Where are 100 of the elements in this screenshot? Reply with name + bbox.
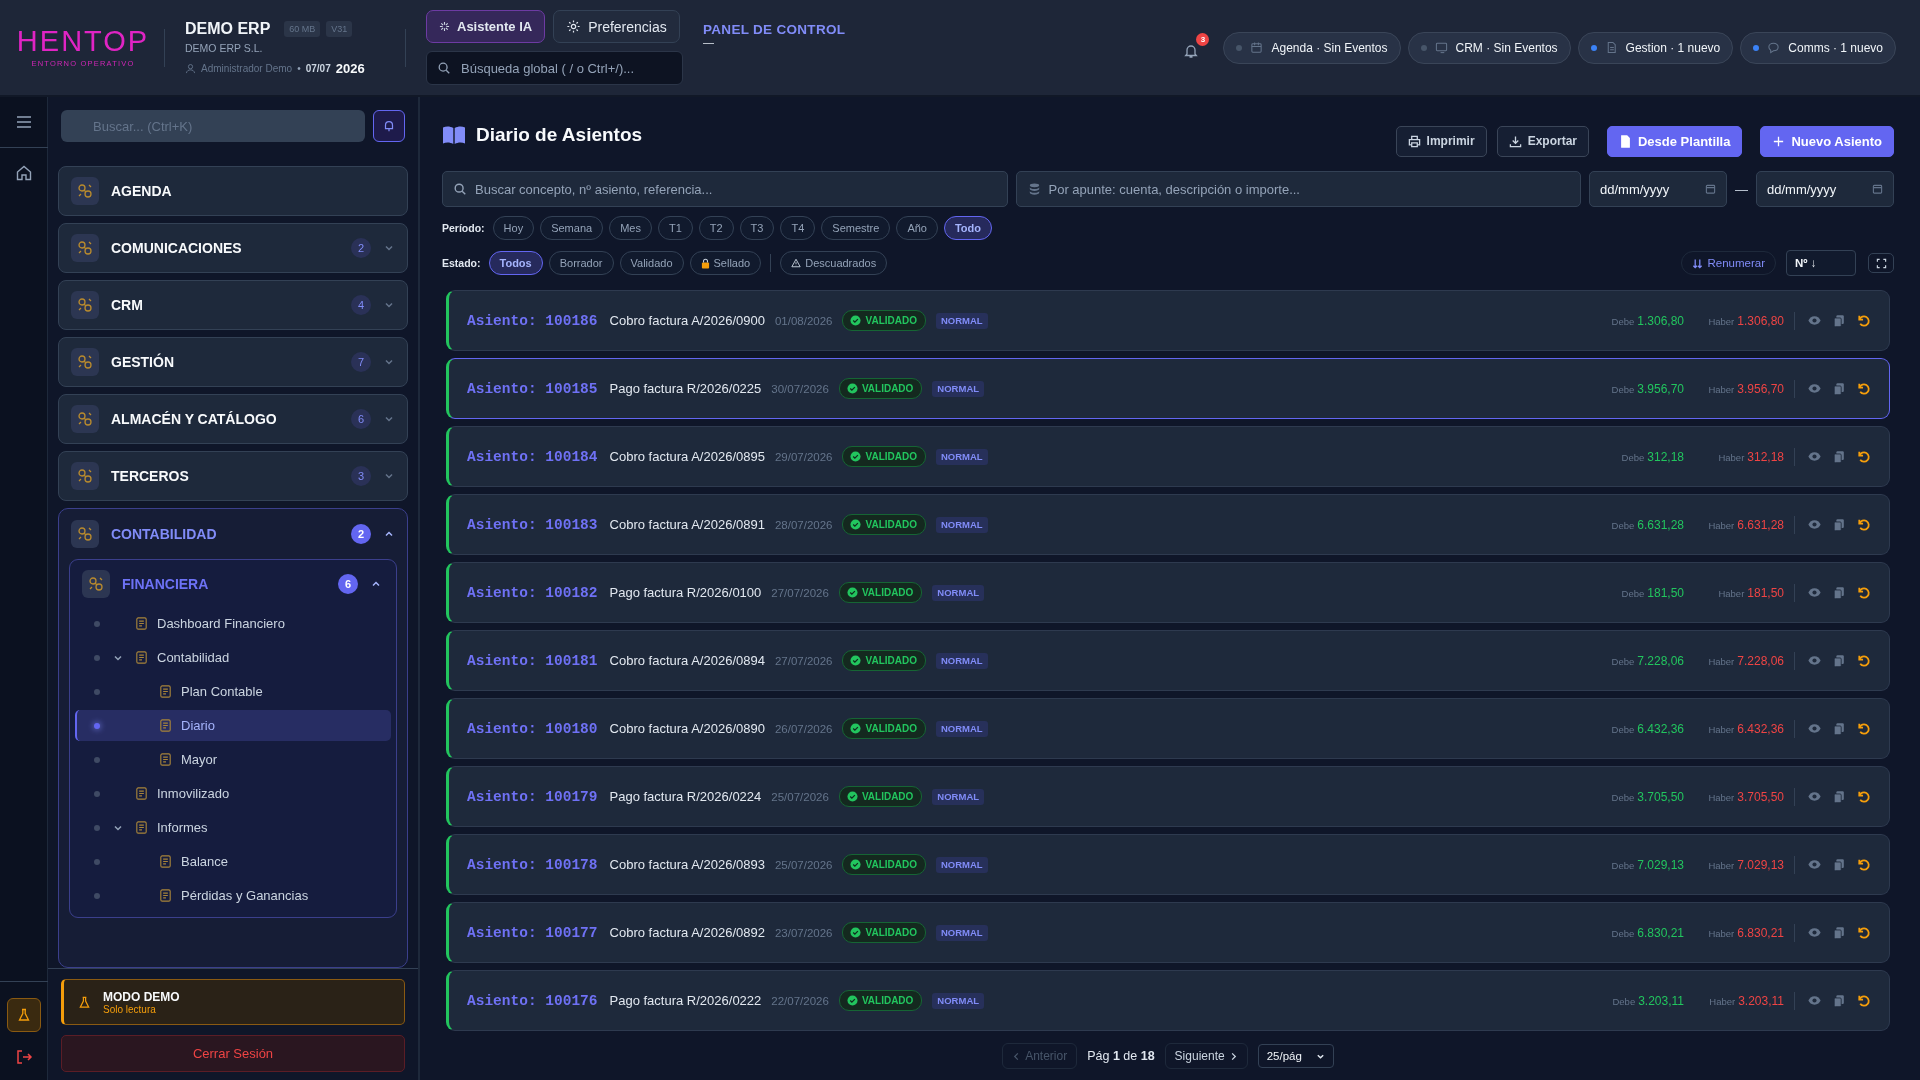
next-page-button[interactable]: Siguiente (1164, 1043, 1248, 1069)
status-chip[interactable]: Borrador (548, 251, 614, 275)
status-chip[interactable]: Validado (619, 251, 684, 275)
notifications-button[interactable]: 3 (1179, 32, 1210, 63)
tree-item[interactable]: Diario (75, 710, 391, 741)
copy-icon[interactable] (1832, 857, 1846, 872)
eye-icon[interactable] (1807, 313, 1822, 328)
journal-entry-row[interactable]: Asiento: 100180 Cobro factura A/2026/0890 26/07/2026 VALIDADO NORMAL Debe 6.432,36 Haber 6.432,36 (446, 698, 1890, 759)
global-search-field[interactable]: Búsqueda global ( / o Ctrl+/)... (426, 51, 683, 85)
date-from-field[interactable]: dd/mm/yyyy (1589, 171, 1727, 207)
undo-icon[interactable] (1856, 449, 1871, 464)
undo-icon[interactable] (1856, 721, 1871, 736)
period-chip[interactable]: T4 (780, 216, 816, 240)
period-chip[interactable]: T2 (698, 216, 734, 240)
preferences-button[interactable]: Preferencias (553, 10, 680, 43)
copy-icon[interactable] (1832, 517, 1846, 532)
template-button[interactable]: Desde Plantilla (1607, 125, 1743, 157)
status-chip[interactable]: Descuadrados (780, 251, 888, 275)
period-chip[interactable]: Semestre (821, 216, 891, 240)
eye-icon[interactable] (1807, 789, 1822, 804)
sort-select[interactable]: Nº ↓ (1786, 250, 1856, 276)
status-pill[interactable]: CRM · Sin Eventos (1407, 31, 1571, 64)
assistant-button[interactable]: Asistente IA (426, 10, 546, 43)
copy-icon[interactable] (1832, 449, 1846, 464)
copy-icon[interactable] (1832, 653, 1846, 668)
eye-icon[interactable] (1807, 517, 1822, 532)
copy-icon[interactable] (1832, 789, 1846, 804)
copy-icon[interactable] (1832, 721, 1846, 736)
copy-icon[interactable] (1832, 993, 1846, 1008)
eye-icon[interactable] (1807, 857, 1822, 872)
line-search-field[interactable]: Por apunte: cuenta, descripción o importe... (1015, 171, 1581, 207)
journal-entry-row[interactable]: Asiento: 100181 Cobro factura A/2026/0894 27/07/2026 VALIDADO NORMAL Debe 7.228,06 Haber 7.228,06 (446, 630, 1890, 691)
undo-icon[interactable] (1856, 789, 1871, 804)
copy-icon[interactable] (1832, 925, 1846, 940)
status-pill[interactable]: Gestion · 1 nuevo (1577, 31, 1734, 64)
journal-entry-row[interactable]: Asiento: 100178 Cobro factura A/2026/0893 25/07/2026 VALIDADO NORMAL Debe 7.029,13 Haber 7.029,13 (446, 834, 1890, 895)
eye-icon[interactable] (1807, 993, 1822, 1008)
module-item[interactable]: ALMACÉN Y CATÁLOGO 6 (58, 394, 408, 444)
tree-item[interactable]: Plan Contable (75, 676, 391, 707)
tree-item[interactable]: Dashboard Financiero (75, 608, 391, 639)
logout-button[interactable]: Cerrar Sesión (61, 1035, 405, 1072)
eye-icon[interactable] (1807, 585, 1822, 600)
module-item[interactable]: AGENDA (58, 166, 408, 216)
status-pill[interactable]: Agenda · Sin Eventos (1223, 31, 1401, 64)
period-chip[interactable]: Año (896, 216, 938, 240)
menu-icon[interactable] (14, 113, 33, 131)
copy-icon[interactable] (1832, 313, 1846, 328)
journal-entry-row[interactable]: Asiento: 100185 Pago factura R/2026/0225 30/07/2026 VALIDADO NORMAL Debe 3.956,70 Haber 3.956,70 (446, 358, 1890, 419)
copy-icon[interactable] (1832, 585, 1846, 600)
submodule-item[interactable]: FINANCIERA 6 (70, 560, 396, 608)
period-chip[interactable]: Semana (540, 216, 604, 240)
page-size-select[interactable]: 25/pág (1257, 1044, 1334, 1068)
period-chip[interactable]: Hoy (492, 216, 535, 240)
print-button[interactable]: Imprimir (1395, 125, 1487, 157)
date-to-field[interactable]: dd/mm/yyyy (1756, 171, 1894, 207)
status-pill[interactable]: Comms · 1 nuevo (1740, 31, 1896, 64)
module-item[interactable]: CRM 4 (58, 280, 408, 330)
search-field[interactable]: Buscar concepto, nº asiento, referencia... (442, 171, 1008, 207)
eye-icon[interactable] (1807, 721, 1822, 736)
undo-icon[interactable] (1856, 993, 1871, 1008)
journal-entry-row[interactable]: Asiento: 100176 Pago factura R/2026/0222 22/07/2026 VALIDADO NORMAL Debe 3.203,11 Haber 3.203,11 (446, 970, 1890, 1031)
undo-icon[interactable] (1856, 313, 1871, 328)
module-item[interactable]: TERCEROS 3 (58, 451, 408, 501)
tree-item[interactable]: Mayor (75, 744, 391, 775)
undo-icon[interactable] (1856, 925, 1871, 940)
status-chip[interactable]: Todos (488, 251, 543, 275)
eye-icon[interactable] (1807, 381, 1822, 396)
tree-item[interactable]: Contabilidad (75, 642, 391, 673)
tree-item[interactable]: Pérdidas y Ganancias (75, 880, 391, 911)
tree-item[interactable]: Informes (75, 812, 391, 843)
period-chip[interactable]: Mes (609, 216, 652, 240)
new-entry-button[interactable]: Nuevo Asiento (1760, 125, 1894, 157)
undo-icon[interactable] (1856, 517, 1871, 532)
undo-icon[interactable] (1856, 381, 1871, 396)
fullscreen-button[interactable] (1868, 253, 1894, 273)
undo-icon[interactable] (1856, 585, 1871, 600)
copy-icon[interactable] (1832, 381, 1846, 396)
home-icon[interactable] (14, 164, 33, 182)
logout-icon[interactable] (14, 1048, 33, 1066)
journal-entry-row[interactable]: Asiento: 100182 Pago factura R/2026/0100 27/07/2026 VALIDADO NORMAL Debe 181,50 Haber 181,50 (446, 562, 1890, 623)
status-chip[interactable]: Sellado (689, 251, 762, 275)
undo-icon[interactable] (1856, 653, 1871, 668)
tree-item[interactable]: Inmovilizado (75, 778, 391, 809)
journal-entry-row[interactable]: Asiento: 100183 Cobro factura A/2026/0891 28/07/2026 VALIDADO NORMAL Debe 6.631,28 Haber 6.631,28 (446, 494, 1890, 555)
eye-icon[interactable] (1807, 653, 1822, 668)
eye-icon[interactable] (1807, 925, 1822, 940)
period-chip[interactable]: T1 (657, 216, 693, 240)
export-button[interactable]: Exportar (1496, 125, 1589, 157)
period-chip[interactable]: Todo (943, 216, 992, 240)
notifications-button[interactable] (373, 110, 405, 142)
module-item[interactable]: COMUNICACIONES 2 (58, 223, 408, 273)
demo-mode-button[interactable] (6, 998, 41, 1032)
period-chip[interactable]: T3 (739, 216, 775, 240)
journal-entry-row[interactable]: Asiento: 100179 Pago factura R/2026/0224 25/07/2026 VALIDADO NORMAL Debe 3.705,50 Haber 3.705,50 (446, 766, 1890, 827)
journal-entry-row[interactable]: Asiento: 100184 Cobro factura A/2026/0895 29/07/2026 VALIDADO NORMAL Debe 312,18 Haber 312,18 (446, 426, 1890, 487)
tree-item[interactable]: Balance (75, 846, 391, 877)
journal-entry-row[interactable]: Asiento: 100186 Cobro factura A/2026/0900 01/08/2026 VALIDADO NORMAL Debe 1.306,80 Haber 1.306,80 (446, 290, 1890, 351)
journal-entry-row[interactable]: Asiento: 100177 Cobro factura A/2026/0892 23/07/2026 VALIDADO NORMAL Debe 6.830,21 Haber 6.830,21 (446, 902, 1890, 963)
module-item[interactable]: GESTIÓN 7 (58, 337, 408, 387)
undo-icon[interactable] (1856, 857, 1871, 872)
